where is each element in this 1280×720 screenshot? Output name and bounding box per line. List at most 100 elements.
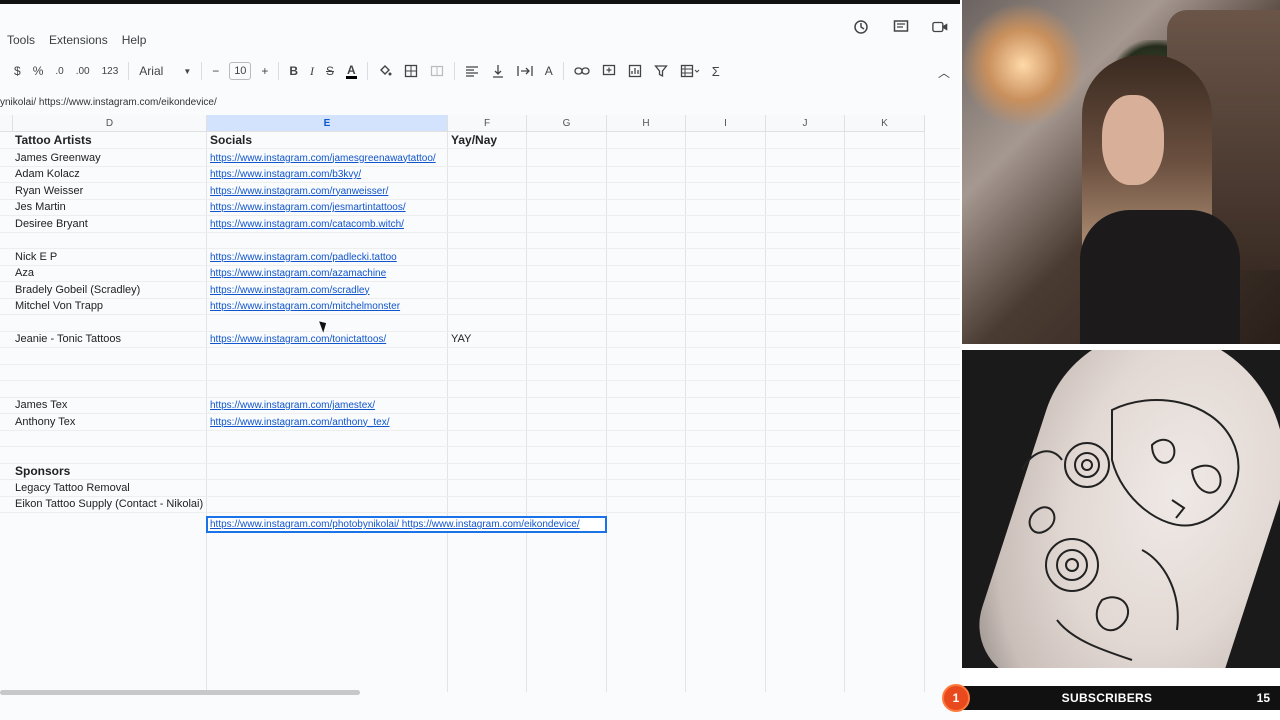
cell-e[interactable]: https://www.instagram.com/jamesgreenaway…	[210, 150, 436, 167]
merge-cells-icon[interactable]	[424, 60, 450, 82]
table-row: Legacy Tattoo Removal	[0, 480, 960, 497]
cell-e[interactable]: https://www.instagram.com/b3kvy/	[210, 166, 361, 183]
cell-d[interactable]: Mitchel Von Trapp	[15, 298, 103, 315]
table-row: Jes Martin https://www.instagram.com/jesm…	[0, 199, 960, 216]
cell-d[interactable]: James Greenway	[15, 150, 101, 167]
functions-button[interactable]: Σ	[706, 60, 726, 82]
insert-chart-icon[interactable]	[622, 60, 648, 82]
table-row: Desiree Bryant https://www.instagram.com/…	[0, 216, 960, 233]
active-cell-editor[interactable]: https://www.instagram.com/photobynikolai…	[206, 516, 607, 533]
menu-tools[interactable]: Tools	[0, 30, 42, 50]
cell-e[interactable]: https://www.instagram.com/jamestex/	[210, 397, 375, 414]
cell-d[interactable]: Tattoo Artists	[15, 132, 92, 149]
row-gutter	[0, 115, 13, 132]
cell-e[interactable]: https://www.instagram.com/mitchelmonster	[210, 298, 400, 315]
formula-bar[interactable]: ynikolai/ https://www.instagram.com/eiko…	[0, 94, 960, 112]
text-color-button[interactable]: A	[340, 60, 363, 82]
collapse-toolbar-icon[interactable]: ︿	[938, 64, 950, 81]
table-row: Ryan Weisser https://www.instagram.com/ry…	[0, 183, 960, 200]
cell-e[interactable]: https://www.instagram.com/ryanweisser/	[210, 183, 388, 200]
table-row: Sponsors	[0, 463, 960, 480]
filter-views-icon[interactable]	[674, 60, 706, 82]
screen: Tools Extensions Help $ % .0 .00 123 Ari	[0, 0, 1280, 720]
filter-icon[interactable]	[648, 60, 674, 82]
menu-extensions[interactable]: Extensions	[42, 30, 115, 50]
number-format-button[interactable]: 123	[96, 60, 125, 82]
cell-d[interactable]: Ryan Weisser	[15, 183, 83, 200]
table-row	[0, 232, 960, 249]
cell-d[interactable]: Aza	[15, 265, 34, 282]
align-left-icon[interactable]	[459, 60, 485, 82]
cell-f[interactable]: YAY	[451, 331, 471, 348]
subscriber-counter: 1 SUBSCRIBERS 15	[942, 684, 1280, 712]
bold-button[interactable]: B	[283, 60, 304, 82]
cell-d[interactable]: Eikon Tattoo Supply (Contact - Nikolai)	[15, 496, 203, 513]
font-family-select[interactable]: Arial ▼	[133, 60, 197, 82]
text-rotation-glyph: A	[544, 64, 553, 78]
text-wrap-icon[interactable]	[511, 60, 539, 82]
table-row: Adam Kolacz https://www.instagram.com/b3k…	[0, 166, 960, 183]
format-percent-button[interactable]: %	[27, 60, 50, 82]
cell-d[interactable]: Legacy Tattoo Removal	[15, 480, 130, 497]
cell-d[interactable]: Desiree Bryant	[15, 216, 88, 233]
column-header-h[interactable]: H	[607, 115, 686, 132]
cell-e[interactable]: https://www.instagram.com/catacomb.witch…	[210, 216, 404, 233]
subscribers-count: 15	[1256, 691, 1270, 705]
column-header-e[interactable]: E	[207, 115, 448, 132]
menu-help[interactable]: Help	[115, 30, 154, 50]
cell-e[interactable]: https://www.instagram.com/tonictattoos/	[210, 331, 386, 348]
meet-video-icon[interactable]	[932, 18, 950, 36]
strikethrough-button[interactable]: S	[320, 60, 340, 82]
cell-f[interactable]: Yay/Nay	[451, 132, 497, 149]
webcam-feed	[962, 0, 1280, 344]
subscribers-label: SUBSCRIBERS	[1061, 691, 1153, 705]
font-size-increase-button[interactable]: +	[255, 60, 274, 82]
cell-d[interactable]: Jeanie - Tonic Tattoos	[15, 331, 121, 348]
decrease-decimal-button[interactable]: .0	[49, 60, 69, 82]
column-header-j[interactable]: J	[766, 115, 845, 132]
format-currency-button[interactable]: $	[8, 60, 27, 82]
cell-d[interactable]: Bradely Gobeil (Scradley)	[15, 282, 140, 299]
text-rotation-icon[interactable]: A	[539, 60, 559, 82]
toolbar-divider	[201, 62, 203, 80]
cell-e[interactable]: https://www.instagram.com/jesmartintatto…	[210, 199, 406, 216]
link-icon[interactable]	[568, 60, 596, 82]
cell-d[interactable]: Anthony Tex	[15, 414, 75, 431]
column-header-i[interactable]: I	[686, 115, 766, 132]
cell-e[interactable]: https://www.instagram.com/anthony_tex/	[210, 414, 390, 431]
cell-d[interactable]: James Tex	[15, 397, 67, 414]
table-row: Bradely Gobeil (Scradley) https://www.ins…	[0, 282, 960, 299]
cell-d[interactable]: Sponsors	[15, 463, 70, 480]
column-header-k[interactable]: K	[845, 115, 925, 132]
column-header-f[interactable]: F	[448, 115, 527, 132]
cell-e[interactable]: https://www.instagram.com/scradley	[210, 282, 370, 299]
borders-icon[interactable]	[398, 60, 424, 82]
cell-d[interactable]: Nick E P	[15, 249, 57, 266]
cell-e[interactable]: Socials	[210, 132, 252, 149]
fill-color-icon[interactable]	[372, 60, 398, 82]
column-header-d[interactable]: D	[13, 115, 207, 132]
table-row: Tattoo Artists Socials Yay/Nay	[0, 132, 960, 149]
table-row: Aza https://www.instagram.com/azamachine	[0, 265, 960, 282]
comments-icon[interactable]	[892, 18, 910, 36]
version-history-icon[interactable]	[852, 18, 870, 36]
cell-e[interactable]: https://www.instagram.com/azamachine	[210, 265, 386, 282]
insert-comment-icon[interactable]	[596, 60, 622, 82]
cell-e[interactable]: https://www.instagram.com/padlecki.tatto…	[210, 249, 397, 266]
table-row: Jeanie - Tonic Tattoos https://www.instag…	[0, 331, 960, 348]
font-size-input[interactable]: 10	[229, 62, 252, 80]
toolbar-divider	[366, 62, 368, 80]
tattoo-image	[962, 350, 1280, 668]
horizontal-scrollbar[interactable]	[0, 690, 360, 695]
font-size-decrease-button[interactable]: −	[206, 60, 225, 82]
cell-d[interactable]: Adam Kolacz	[15, 166, 80, 183]
cell-d[interactable]: Jes Martin	[15, 199, 66, 216]
table-row	[0, 315, 960, 332]
toolbar-divider	[278, 62, 280, 80]
italic-button[interactable]: I	[304, 60, 320, 82]
top-right-actions	[852, 18, 950, 36]
table-row	[0, 381, 960, 398]
vertical-align-icon[interactable]	[485, 60, 511, 82]
column-header-g[interactable]: G	[527, 115, 607, 132]
increase-decimal-button[interactable]: .00	[70, 60, 96, 82]
